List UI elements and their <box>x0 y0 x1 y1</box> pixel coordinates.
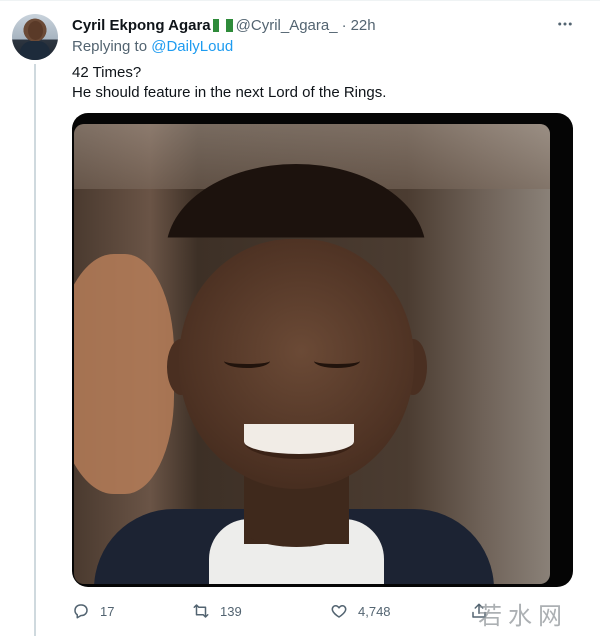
replying-to-link[interactable]: @DailyLoud <box>151 38 233 55</box>
tweet-header: Cyril Ekpong Agara @Cyril_Agara_ · 22h <box>72 15 376 35</box>
avatar[interactable] <box>12 14 58 60</box>
tweet-actions: 17 139 4,748 <box>72 600 492 622</box>
avatar-shirt <box>20 41 50 60</box>
replying-to: Replying to @DailyLoud <box>72 38 233 55</box>
retweet-count: 139 <box>220 603 242 619</box>
reply-button[interactable]: 17 <box>72 600 114 622</box>
retweet-icon <box>193 604 209 618</box>
author-handle[interactable]: @Cyril_Agara_ <box>236 17 338 34</box>
watermark: 若水网 <box>478 596 568 630</box>
retweet-button[interactable]: 139 <box>192 600 242 622</box>
tweet-media[interactable] <box>72 113 573 587</box>
more-icon[interactable] <box>555 14 575 34</box>
watermark-text: 若水网 <box>478 601 568 630</box>
author-name[interactable]: Cyril Ekpong Agara <box>72 17 211 34</box>
separator-dot: · <box>341 16 347 34</box>
tweet-photo <box>74 124 550 584</box>
tweet-text-line-2: He should feature in the next Lord of th… <box>72 84 387 101</box>
avatar-head <box>28 21 43 40</box>
tweet-text: 42 Times? He should feature in the next … <box>72 63 386 103</box>
reply-icon <box>74 604 88 619</box>
tweet-text-line-1: 42 Times? <box>72 64 142 81</box>
reply-count: 17 <box>100 603 115 619</box>
heart-icon <box>331 605 347 618</box>
like-button[interactable]: 4,748 <box>330 600 391 622</box>
timestamp[interactable]: 22h <box>351 17 376 34</box>
thread-line <box>34 64 36 636</box>
replying-prefix: Replying to <box>72 38 148 55</box>
nigeria-flag-icon <box>212 18 233 32</box>
like-count: 4,748 <box>358 603 391 619</box>
top-border <box>0 0 600 1</box>
